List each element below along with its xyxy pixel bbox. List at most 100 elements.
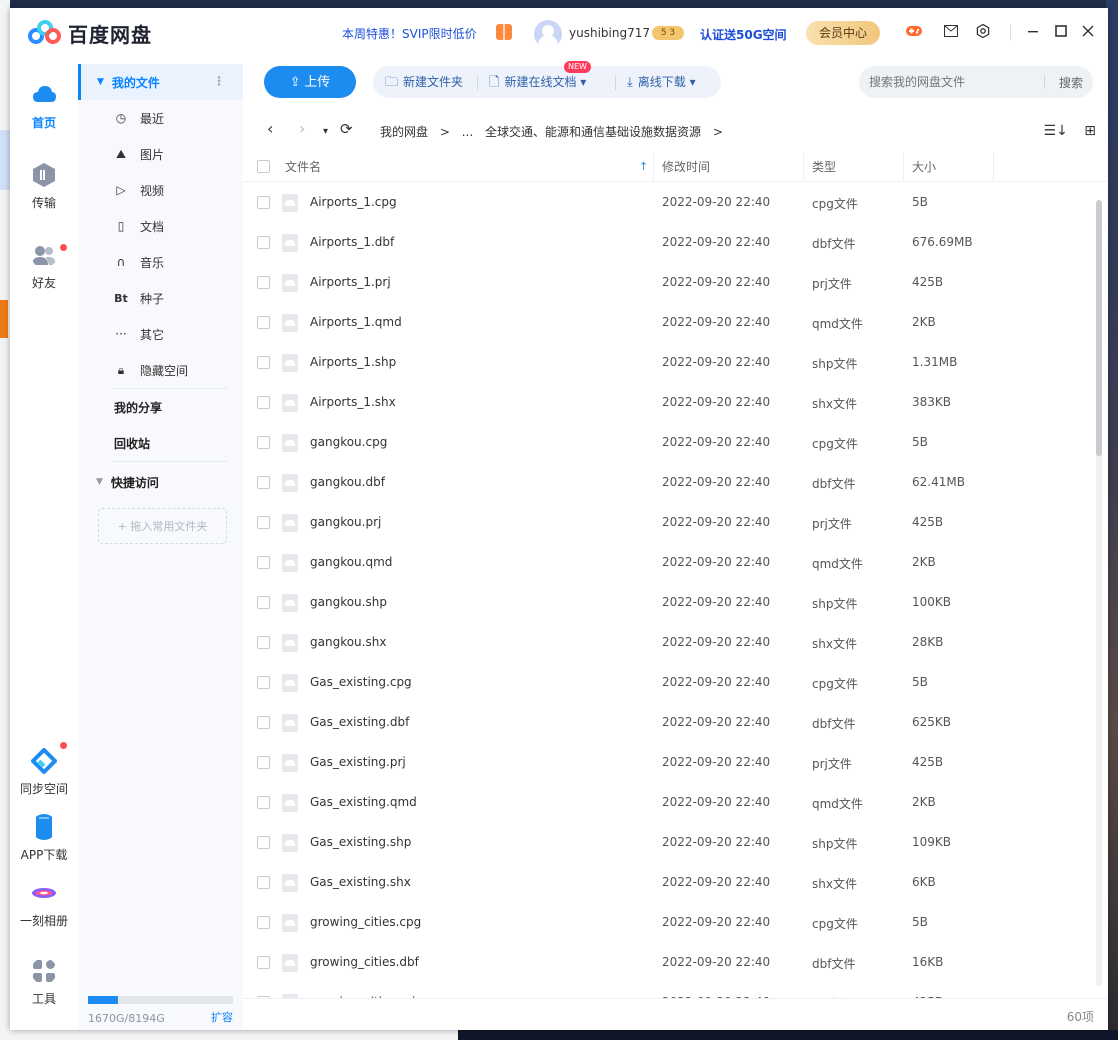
refresh-icon[interactable]: ⟳	[340, 120, 353, 138]
column-type[interactable]: 类型	[812, 152, 836, 182]
table-row[interactable]: Airports_1.prj 2022-09-20 22:40 prj文件 425B	[243, 262, 1108, 302]
minimize-icon[interactable]	[1024, 24, 1042, 42]
scrollbar-thumb[interactable]	[1096, 200, 1102, 456]
column-modified[interactable]: 修改时间	[662, 152, 710, 182]
back-icon[interactable]: ‹	[267, 120, 273, 138]
rail-friends[interactable]: 好友	[10, 242, 78, 291]
grid-view-icon[interactable]: ⊞	[1084, 123, 1096, 139]
search-input[interactable]	[869, 72, 1045, 92]
table-row[interactable]: gangkou.prj 2022-09-20 22:40 prj文件 425B	[243, 502, 1108, 542]
caret-down-icon[interactable]: ▼	[96, 477, 103, 487]
maximize-icon[interactable]	[1052, 24, 1070, 42]
row-checkbox[interactable]	[257, 916, 270, 929]
nav-item[interactable]: ▯ 文档	[78, 208, 243, 244]
file-name[interactable]: Airports_1.shx	[310, 395, 396, 409]
rail-app-download[interactable]: APP下载	[10, 814, 78, 863]
row-checkbox[interactable]	[257, 436, 270, 449]
file-name[interactable]: gangkou.qmd	[310, 555, 392, 569]
mail-icon[interactable]	[942, 24, 960, 42]
search-button[interactable]: 搜索	[1059, 74, 1083, 91]
row-checkbox[interactable]	[257, 196, 270, 209]
vip-center-button[interactable]: 会员中心	[806, 21, 880, 45]
row-checkbox[interactable]	[257, 716, 270, 729]
file-name[interactable]: Gas_existing.shx	[310, 875, 411, 889]
file-name[interactable]: Airports_1.prj	[310, 275, 391, 289]
promo-link[interactable]: 本周特惠！SVIP限时低价	[342, 25, 477, 42]
select-all-checkbox[interactable]	[257, 160, 270, 173]
nav-recycle-bin[interactable]: 回收站	[78, 425, 243, 461]
table-row[interactable]: Gas_existing.dbf 2022-09-20 22:40 dbf文件 625…	[243, 702, 1108, 742]
row-checkbox[interactable]	[257, 676, 270, 689]
rail-transfer[interactable]: 传输	[10, 162, 78, 211]
file-name[interactable]: gangkou.shp	[310, 595, 387, 609]
nav-item[interactable]: 🔒︎ 隐藏空间	[78, 352, 243, 388]
table-row[interactable]: gangkou.cpg 2022-09-20 22:40 cpg文件 5B	[243, 422, 1108, 462]
row-checkbox[interactable]	[257, 956, 270, 969]
certify-link[interactable]: 认证送50G空间	[700, 26, 787, 43]
table-row[interactable]: gangkou.qmd 2022-09-20 22:40 qmd文件 2KB	[243, 542, 1108, 582]
row-checkbox[interactable]	[257, 476, 270, 489]
table-row[interactable]: Gas_existing.qmd 2022-09-20 22:40 qmd文件 2KB	[243, 782, 1108, 822]
rail-album[interactable]: 一刻相册	[10, 880, 78, 929]
table-row[interactable]: Gas_existing.shp 2022-09-20 22:40 shp文件 109…	[243, 822, 1108, 862]
table-row[interactable]: growing_cities.cpg 2022-09-20 22:40 cpg文件 5…	[243, 902, 1108, 942]
nav-item[interactable]: ··· 其它	[78, 316, 243, 352]
table-row[interactable]: Airports_1.qmd 2022-09-20 22:40 qmd文件 2KB	[243, 302, 1108, 342]
history-dropdown-icon[interactable]: ▾	[323, 123, 328, 141]
row-checkbox[interactable]	[257, 836, 270, 849]
gift-icon[interactable]	[496, 24, 512, 40]
username[interactable]: yushibing717	[569, 26, 650, 40]
upload-button[interactable]: ⇪ 上传	[264, 66, 356, 98]
offline-download-button[interactable]: ⤓ 离线下载 ▾	[627, 66, 696, 98]
nav-quick-access[interactable]: ▼ 快捷访问	[78, 462, 243, 502]
column-size[interactable]: 大小	[912, 152, 936, 182]
more-vertical-icon[interactable]: ⋮	[213, 74, 225, 88]
breadcrumb-ellipsis[interactable]: ...	[462, 125, 473, 139]
forward-icon[interactable]: ›	[299, 120, 305, 138]
row-checkbox[interactable]	[257, 396, 270, 409]
table-row[interactable]: gangkou.dbf 2022-09-20 22:40 dbf文件 62.41MB	[243, 462, 1108, 502]
settings-icon[interactable]	[974, 23, 992, 42]
avatar[interactable]	[534, 20, 562, 48]
expand-storage-link[interactable]: 扩容	[211, 1009, 233, 1025]
file-name[interactable]: Airports_1.cpg	[310, 195, 397, 209]
table-row[interactable]: Airports_1.shp 2022-09-20 22:40 shp文件 1.31M…	[243, 342, 1108, 382]
caret-down-icon[interactable]: ▼	[97, 77, 104, 87]
rail-sync-space[interactable]: 同步空间	[10, 742, 78, 797]
file-name[interactable]: Airports_1.qmd	[310, 315, 402, 329]
nav-item[interactable]: ∩ 音乐	[78, 244, 243, 280]
file-name[interactable]: gangkou.dbf	[310, 475, 385, 489]
file-name[interactable]: Gas_existing.cpg	[310, 675, 412, 689]
row-checkbox[interactable]	[257, 796, 270, 809]
new-folder-button[interactable]: 🗀 新建文件夹	[385, 66, 463, 98]
row-checkbox[interactable]	[257, 276, 270, 289]
breadcrumb-root[interactable]: 我的网盘	[380, 125, 428, 139]
nav-item[interactable]: ⛰ 图片	[78, 136, 243, 172]
file-name[interactable]: gangkou.shx	[310, 635, 386, 649]
file-name[interactable]: gangkou.prj	[310, 515, 381, 529]
table-row[interactable]: Airports_1.cpg 2022-09-20 22:40 cpg文件 5B	[243, 182, 1108, 222]
game-icon[interactable]	[905, 24, 923, 42]
nav-item[interactable]: ◷ 最近	[78, 100, 243, 136]
file-name[interactable]: Gas_existing.dbf	[310, 715, 409, 729]
nav-my-share[interactable]: 我的分享	[78, 389, 243, 425]
row-checkbox[interactable]	[257, 316, 270, 329]
row-checkbox[interactable]	[257, 516, 270, 529]
sort-arrow-up-icon[interactable]: ↑	[639, 152, 648, 182]
nav-my-files[interactable]: ▼ 我的文件 ⋮	[78, 64, 243, 100]
nav-item[interactable]: ▷ 视频	[78, 172, 243, 208]
table-row[interactable]: gangkou.shp 2022-09-20 22:40 shp文件 100KB	[243, 582, 1108, 622]
quick-access-drop-zone[interactable]: + 拖入常用文件夹	[98, 508, 227, 544]
row-checkbox[interactable]	[257, 636, 270, 649]
table-row[interactable]: Airports_1.dbf 2022-09-20 22:40 dbf文件 676.6…	[243, 222, 1108, 262]
table-row[interactable]: gangkou.shx 2022-09-20 22:40 shx文件 28KB	[243, 622, 1108, 662]
row-checkbox[interactable]	[257, 356, 270, 369]
file-name[interactable]: Gas_existing.prj	[310, 755, 406, 769]
table-row[interactable]: Airports_1.shx 2022-09-20 22:40 shx文件 383KB	[243, 382, 1108, 422]
table-row[interactable]: Gas_existing.shx 2022-09-20 22:40 shx文件 6KB	[243, 862, 1108, 902]
table-row[interactable]: Gas_existing.cpg 2022-09-20 22:40 cpg文件 5B	[243, 662, 1108, 702]
file-name[interactable]: Airports_1.dbf	[310, 235, 394, 249]
row-checkbox[interactable]	[257, 596, 270, 609]
file-name[interactable]: Gas_existing.qmd	[310, 795, 417, 809]
close-icon[interactable]	[1079, 24, 1097, 42]
